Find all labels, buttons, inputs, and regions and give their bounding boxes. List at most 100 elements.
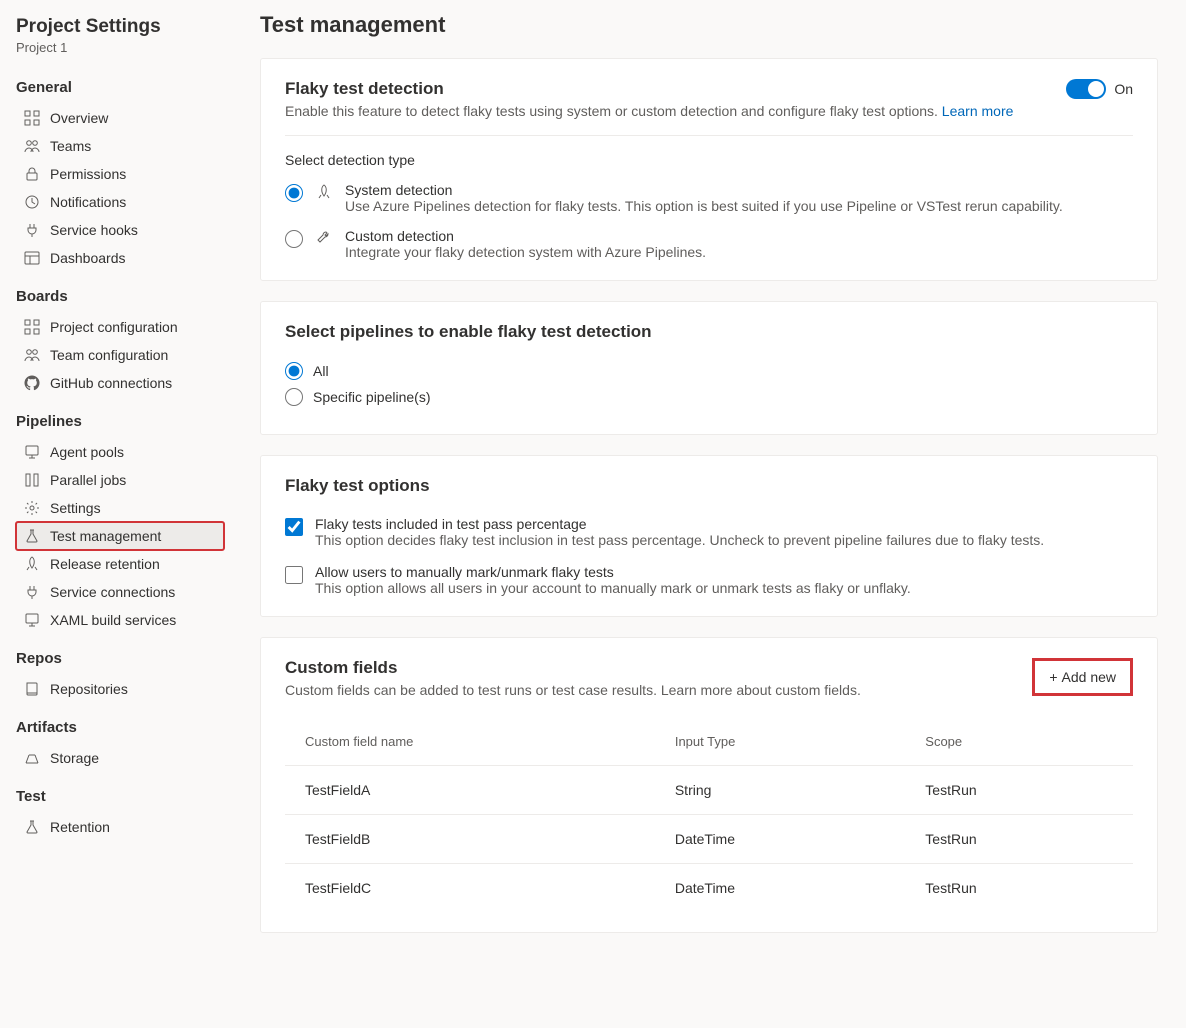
flaky-title: Flaky test detection (285, 79, 1013, 99)
custom-radio[interactable] (285, 230, 303, 248)
nav-item-label: Service hooks (50, 222, 138, 238)
nav-item-settings[interactable]: Settings (16, 494, 224, 522)
nav-item-teams[interactable]: Teams (16, 132, 224, 160)
cf-cell-type: DateTime (655, 815, 905, 864)
nav-item-team-configuration[interactable]: Team configuration (16, 341, 224, 369)
agent-icon (24, 612, 40, 628)
custom-detection-option[interactable]: Custom detection Integrate your flaky de… (285, 228, 1133, 260)
allow-option[interactable]: Allow users to manually mark/unmark flak… (285, 564, 1133, 596)
pipelines-title: Select pipelines to enable flaky test de… (285, 322, 1133, 342)
learn-more-link[interactable]: Learn more (942, 103, 1014, 119)
nav-item-service-hooks[interactable]: Service hooks (16, 216, 224, 244)
nav-item-service-connections[interactable]: Service connections (16, 578, 224, 606)
nav-item-repositories[interactable]: Repositories (16, 675, 224, 703)
nav-item-dashboards[interactable]: Dashboards (16, 244, 224, 272)
nav-group-title: Test (16, 788, 232, 805)
nav-item-label: Notifications (50, 194, 126, 210)
allow-checkbox[interactable] (285, 566, 303, 584)
sidebar-title: Project Settings (16, 16, 232, 38)
nav-item-overview[interactable]: Overview (16, 104, 224, 132)
nav-item-xaml-build-services[interactable]: XAML build services (16, 606, 224, 634)
nav-item-release-retention[interactable]: Release retention (16, 550, 224, 578)
nav-item-label: Service connections (50, 584, 175, 600)
cf-desc: Custom fields can be added to test runs … (285, 682, 861, 698)
system-radio[interactable] (285, 184, 303, 202)
gear-icon (24, 500, 40, 516)
include-option[interactable]: Flaky tests included in test pass percen… (285, 516, 1133, 548)
dash-icon (24, 250, 40, 266)
nav-group-title: Artifacts (16, 719, 232, 736)
custom-title: Custom detection (345, 228, 706, 244)
custom-fields-card: Custom fields Custom fields can be added… (260, 637, 1158, 933)
system-title: System detection (345, 182, 1063, 198)
main-content: Test management Flaky test detection Ena… (232, 0, 1186, 1028)
specific-pipelines-option[interactable]: Specific pipeline(s) (285, 388, 1133, 406)
nav-item-project-configuration[interactable]: Project configuration (16, 313, 224, 341)
cf-cell-scope: TestRun (905, 766, 1133, 815)
plug-icon (24, 222, 40, 238)
nav-item-agent-pools[interactable]: Agent pools (16, 438, 224, 466)
cf-cell-name: TestFieldB (285, 815, 655, 864)
nav-item-retention[interactable]: Retention (16, 813, 224, 841)
nav-item-github-connections[interactable]: GitHub connections (16, 369, 224, 397)
nav-item-label: Parallel jobs (50, 472, 126, 488)
grid-icon (24, 319, 40, 335)
nav-item-label: Release retention (50, 556, 160, 572)
nav-item-test-management[interactable]: Test management (16, 522, 224, 550)
nav-group-title: General (16, 79, 232, 96)
nav-item-label: GitHub connections (50, 375, 172, 391)
storage-icon (24, 750, 40, 766)
flaky-detection-card: Flaky test detection Enable this feature… (260, 58, 1158, 281)
nav-item-label: Overview (50, 110, 108, 126)
toggle-track[interactable] (1066, 79, 1106, 99)
system-desc: Use Azure Pipelines detection for flaky … (345, 198, 1063, 214)
flaky-desc: Enable this feature to detect flaky test… (285, 103, 1013, 119)
table-row[interactable]: TestFieldBDateTimeTestRun (285, 815, 1133, 864)
specific-label: Specific pipeline(s) (313, 389, 431, 405)
wrench-icon (315, 228, 333, 246)
sidebar-subtitle: Project 1 (16, 40, 232, 55)
team-icon (24, 347, 40, 363)
cf-cell-name: TestFieldA (285, 766, 655, 815)
nav-item-notifications[interactable]: Notifications (16, 188, 224, 216)
nav-item-label: Settings (50, 500, 101, 516)
system-detection-option[interactable]: System detection Use Azure Pipelines det… (285, 182, 1133, 214)
cf-cell-scope: TestRun (905, 815, 1133, 864)
github-icon (24, 375, 40, 391)
cf-title: Custom fields (285, 658, 861, 678)
flaky-toggle[interactable]: On (1066, 79, 1133, 99)
sidebar: Project Settings Project 1 General Overvi… (0, 0, 232, 1028)
allow-desc: This option allows all users in your acc… (315, 580, 911, 596)
table-row[interactable]: TestFieldAStringTestRun (285, 766, 1133, 815)
nav-group-title: Pipelines (16, 413, 232, 430)
page-title: Test management (260, 12, 1158, 38)
include-checkbox[interactable] (285, 518, 303, 536)
nav-item-storage[interactable]: Storage (16, 744, 224, 772)
plus-icon: + (1049, 669, 1057, 685)
agent-icon (24, 444, 40, 460)
nav-item-label: Test management (50, 528, 161, 544)
nav-item-parallel-jobs[interactable]: Parallel jobs (16, 466, 224, 494)
table-row[interactable]: TestFieldCDateTimeTestRun (285, 864, 1133, 913)
toggle-label: On (1114, 81, 1133, 97)
rocket-icon (24, 556, 40, 572)
cf-cell-type: DateTime (655, 864, 905, 913)
cf-col-header: Custom field name (285, 718, 655, 766)
flask-icon (24, 528, 40, 544)
nav-item-label: Dashboards (50, 250, 126, 266)
add-new-button[interactable]: + Add new (1039, 663, 1126, 691)
cf-cell-scope: TestRun (905, 864, 1133, 913)
nav-item-label: Repositories (50, 681, 128, 697)
nav-item-permissions[interactable]: Permissions (16, 160, 224, 188)
nav-item-label: Retention (50, 819, 110, 835)
nav-item-label: Team configuration (50, 347, 168, 363)
pipelines-card: Select pipelines to enable flaky test de… (260, 301, 1158, 435)
all-label: All (313, 363, 329, 379)
all-pipelines-option[interactable]: All (285, 362, 1133, 380)
options-title: Flaky test options (285, 476, 1133, 496)
plug-icon (24, 584, 40, 600)
repo-icon (24, 681, 40, 697)
flask-icon (24, 819, 40, 835)
all-radio[interactable] (285, 362, 303, 380)
specific-radio[interactable] (285, 388, 303, 406)
